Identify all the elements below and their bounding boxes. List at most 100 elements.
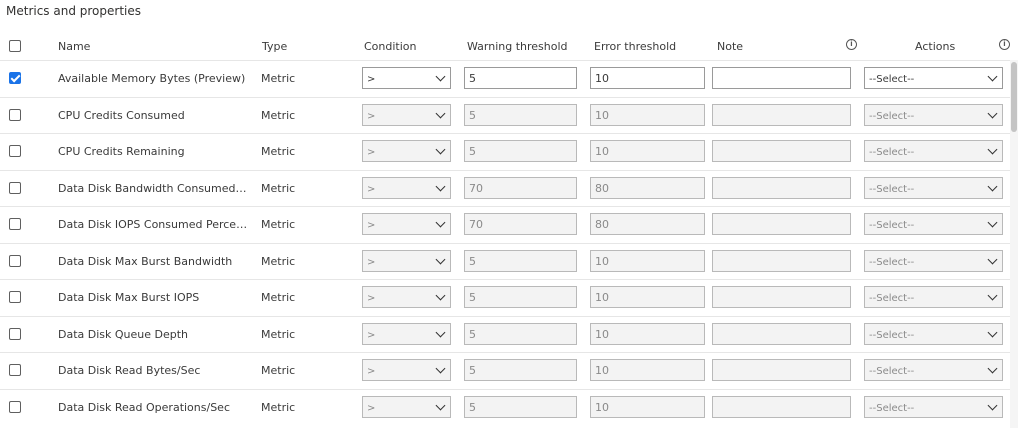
- condition-select[interactable]: >: [362, 103, 451, 126]
- condition-value: >: [367, 329, 376, 341]
- warning-threshold-input[interactable]: 5: [464, 140, 577, 162]
- chevron-down-icon: [987, 327, 998, 337]
- warning-threshold-value: 5: [469, 108, 476, 122]
- actions-select[interactable]: --Select--: [864, 286, 1003, 308]
- actions-value: --Select--: [869, 147, 915, 158]
- error-threshold-input[interactable]: 10: [590, 103, 705, 126]
- warning-threshold-input[interactable]: 5: [464, 103, 577, 126]
- error-threshold-input[interactable]: 80: [590, 213, 705, 235]
- table-row: Data Disk Read Bytes/Sec Metric >5 10 --Sele…: [0, 352, 1010, 389]
- chevron-down-icon: [987, 400, 998, 410]
- error-threshold-input[interactable]: 10: [590, 322, 705, 345]
- warning-threshold-input[interactable]: 5: [464, 286, 577, 308]
- actions-select[interactable]: --Select--: [864, 176, 1003, 199]
- condition-select[interactable]: >: [362, 359, 451, 381]
- error-threshold-input[interactable]: 10: [590, 395, 705, 418]
- note-input[interactable]: [712, 176, 851, 199]
- note-input[interactable]: [712, 286, 851, 308]
- note-input[interactable]: [712, 103, 851, 126]
- table-row: Data Disk Read Operations/Sec Metric >5 10 -…: [0, 388, 1010, 426]
- row-checkbox[interactable]: [9, 400, 21, 413]
- chevron-down-icon: [435, 181, 446, 191]
- condition-value: >: [367, 402, 376, 414]
- row-checkbox[interactable]: [9, 145, 21, 157]
- warning-threshold-input[interactable]: 5: [464, 395, 577, 418]
- warning-threshold-input[interactable]: 70: [464, 213, 577, 235]
- note-input[interactable]: [712, 213, 851, 235]
- chevron-down-icon: [987, 290, 998, 301]
- actions-value: --Select--: [869, 329, 915, 341]
- note-input[interactable]: [712, 322, 851, 345]
- condition-select[interactable]: >: [362, 322, 451, 345]
- warning-threshold-value: 5: [469, 400, 476, 414]
- chevron-down-icon: [435, 71, 446, 82]
- condition-select[interactable]: >: [362, 286, 451, 308]
- select-all-checkbox[interactable]: [9, 40, 21, 52]
- note-input[interactable]: [712, 140, 851, 162]
- warning-threshold-input[interactable]: 5: [464, 67, 577, 89]
- actions-select[interactable]: --Select--: [864, 140, 1003, 162]
- row-checkbox[interactable]: [9, 364, 21, 376]
- warning-threshold-input[interactable]: 5: [464, 359, 577, 381]
- warning-threshold-value: 5: [469, 72, 476, 85]
- chevron-down-icon: [435, 327, 446, 337]
- actions-value: --Select--: [869, 110, 915, 122]
- warning-threshold-input[interactable]: 5: [464, 322, 577, 345]
- scrollbar-thumb[interactable]: [1011, 62, 1017, 132]
- row-checkbox[interactable]: [9, 108, 21, 121]
- actions-value: --Select--: [869, 74, 915, 85]
- table-row: Data Disk Queue Depth Metric >5 10 --Select-…: [0, 315, 1010, 353]
- vertical-scrollbar[interactable]: [1010, 60, 1018, 428]
- header-type: Type: [262, 40, 288, 53]
- actions-select[interactable]: --Select--: [864, 249, 1003, 272]
- error-threshold-input[interactable]: 10: [590, 286, 705, 308]
- condition-select[interactable]: >: [362, 140, 451, 162]
- table-row: Data Disk Bandwidth Consumed Pe... Metric…: [0, 169, 1010, 207]
- row-checkbox[interactable]: [9, 181, 21, 194]
- header-name: Name: [58, 40, 91, 53]
- error-threshold-input[interactable]: 80: [590, 176, 705, 199]
- chevron-down-icon: [987, 71, 998, 82]
- row-checkbox[interactable]: [9, 72, 21, 84]
- table-row: Available Memory Bytes (Preview) Metric >5…: [0, 60, 1010, 97]
- error-threshold-input[interactable]: 10: [590, 67, 705, 89]
- header-warning-threshold: Warning threshold: [467, 40, 568, 53]
- row-checkbox[interactable]: [9, 254, 21, 267]
- actions-select[interactable]: --Select--: [864, 395, 1003, 418]
- actions-value: --Select--: [869, 402, 915, 414]
- row-checkbox[interactable]: [9, 291, 21, 303]
- metric-type: Metric: [261, 181, 296, 195]
- note-input[interactable]: [712, 67, 851, 89]
- actions-info-icon[interactable]: i: [999, 39, 1010, 50]
- note-info-icon[interactable]: i: [846, 39, 857, 50]
- actions-select[interactable]: --Select--: [864, 359, 1003, 381]
- note-input[interactable]: [712, 395, 851, 418]
- condition-select[interactable]: >: [362, 176, 451, 199]
- note-input[interactable]: [712, 249, 851, 272]
- warning-threshold-input[interactable]: 70: [464, 176, 577, 199]
- error-threshold-input[interactable]: 10: [590, 249, 705, 272]
- header-actions: Actions: [915, 40, 956, 53]
- chevron-down-icon: [435, 144, 446, 155]
- condition-select[interactable]: >: [362, 249, 451, 272]
- error-threshold-value: 10: [595, 108, 609, 122]
- header-error-threshold: Error threshold: [594, 40, 677, 53]
- chevron-down-icon: [987, 254, 998, 264]
- error-threshold-input[interactable]: 10: [590, 140, 705, 162]
- condition-select[interactable]: >: [362, 213, 451, 235]
- actions-select[interactable]: --Select--: [864, 103, 1003, 126]
- error-threshold-input[interactable]: 10: [590, 359, 705, 381]
- warning-threshold-input[interactable]: 5: [464, 249, 577, 272]
- condition-value: >: [367, 256, 376, 268]
- row-checkbox[interactable]: [9, 327, 21, 340]
- actions-select[interactable]: --Select--: [864, 322, 1003, 345]
- condition-select[interactable]: >: [362, 395, 451, 418]
- row-checkbox[interactable]: [9, 218, 21, 230]
- actions-select[interactable]: --Select--: [864, 67, 1003, 89]
- header-note: Note: [717, 40, 744, 53]
- warning-threshold-value: 5: [469, 291, 476, 304]
- condition-select[interactable]: >: [362, 67, 451, 89]
- actions-select[interactable]: --Select--: [864, 213, 1003, 235]
- note-input[interactable]: [712, 359, 851, 381]
- error-threshold-value: 10: [595, 254, 609, 268]
